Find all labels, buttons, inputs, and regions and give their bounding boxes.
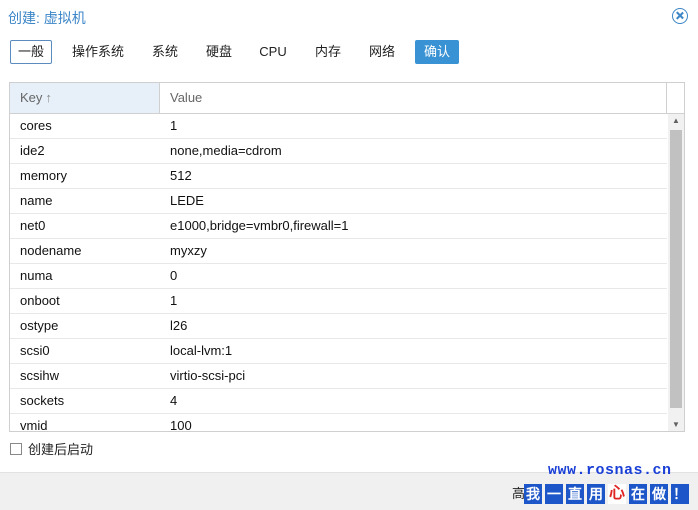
row-key: scsihw <box>20 368 60 383</box>
row-value: 1 <box>170 118 178 133</box>
row-key: ostype <box>20 318 59 333</box>
row-key: net0 <box>20 218 46 233</box>
tab-system[interactable]: 系统 <box>145 40 185 64</box>
start-after-create-label: 创建后启动 <box>28 442 94 457</box>
close-icon[interactable] <box>672 8 688 24</box>
dialog-titlebar: 创建: 虚拟机 <box>0 0 698 34</box>
row-value: none,media=cdrom <box>170 143 282 158</box>
tab-confirm[interactable]: 确认 <box>415 40 459 64</box>
table-row[interactable]: cores 1 <box>10 114 667 139</box>
tab-memory[interactable]: 内存 <box>308 40 348 64</box>
dialog-title: 创建: 虚拟机 <box>8 10 86 26</box>
row-key: name <box>20 193 53 208</box>
row-key: onboot <box>20 293 60 308</box>
summary-grid: Key ↑ Value cores 1 ide2 none,media=cdrom m… <box>9 82 685 432</box>
row-value: e1000,bridge=vmbr0,firewall=1 <box>170 218 349 233</box>
table-row[interactable]: name LEDE <box>10 189 667 214</box>
tab-network[interactable]: 网络 <box>362 40 402 64</box>
table-row[interactable]: numa 0 <box>10 264 667 289</box>
column-header-value[interactable]: Value <box>160 83 667 113</box>
row-value: virtio-scsi-pci <box>170 368 246 383</box>
row-key: sockets <box>20 393 65 408</box>
row-value: local-lvm:1 <box>170 343 233 358</box>
watermark-char: 在 <box>629 484 647 504</box>
table-row[interactable]: net0 e1000,bridge=vmbr0,firewall=1 <box>10 214 667 239</box>
tab-os[interactable]: 操作系统 <box>64 40 132 64</box>
watermark-heart-char: 心 <box>608 484 626 504</box>
scroll-up-arrow-icon[interactable]: ▲ <box>668 114 684 128</box>
table-row[interactable]: ide2 none,media=cdrom <box>10 139 667 164</box>
start-after-create-checkbox[interactable] <box>10 443 22 455</box>
table-row[interactable]: nodename myxzy <box>10 239 667 264</box>
column-header-key[interactable]: Key ↑ <box>10 83 160 113</box>
row-value: 1 <box>170 293 178 308</box>
table-row[interactable]: scsi0 local-lvm:1 <box>10 339 667 364</box>
table-row[interactable]: ostype l26 <box>10 314 667 339</box>
watermark: www.rosnas.cn 我 一 直 用 心 在 做 ！ <box>524 462 694 509</box>
table-row[interactable]: sockets 4 <box>10 389 667 414</box>
watermark-char: 做 <box>650 484 668 504</box>
tab-general[interactable]: 一般 <box>10 40 52 64</box>
watermark-char: 用 <box>587 484 605 504</box>
row-value: myxzy <box>170 243 207 258</box>
watermark-url: www.rosnas.cn <box>548 462 672 479</box>
tab-cpu[interactable]: CPU <box>253 40 293 64</box>
create-vm-dialog: 创建: 虚拟机 一般 操作系统 系统 硬盘 CPU 内存 网络 确认 Key ↑ … <box>0 0 698 510</box>
row-value: 512 <box>170 168 192 183</box>
grid-header: Key ↑ Value <box>10 83 684 114</box>
sort-ascending-icon: ↑ <box>45 90 52 105</box>
table-row[interactable]: vmid 100 <box>10 414 667 432</box>
row-value: l26 <box>170 318 188 333</box>
row-value: 4 <box>170 393 178 408</box>
table-row[interactable]: memory 512 <box>10 164 667 189</box>
tab-disk[interactable]: 硬盘 <box>199 40 239 64</box>
grid-rows: cores 1 ide2 none,media=cdrom memory 512 na… <box>10 114 667 432</box>
scroll-down-arrow-icon[interactable]: ▼ <box>668 418 684 431</box>
row-key: memory <box>20 168 67 183</box>
row-key: cores <box>20 118 52 133</box>
grid-scrollbar[interactable]: ▲ ▼ <box>668 114 684 431</box>
scrollbar-thumb[interactable] <box>670 130 682 408</box>
row-key: nodename <box>20 243 82 258</box>
row-key: numa <box>20 268 53 283</box>
table-row[interactable]: scsihw virtio-scsi-pci <box>10 364 667 389</box>
row-value: 0 <box>170 268 178 283</box>
row-key: scsi0 <box>20 343 50 358</box>
row-key: vmid <box>20 418 48 432</box>
row-value: LEDE <box>170 193 204 208</box>
row-key: ide2 <box>20 143 45 158</box>
row-value: 100 <box>170 418 192 432</box>
table-row[interactable]: onboot 1 <box>10 289 667 314</box>
watermark-char: 直 <box>566 484 584 504</box>
watermark-char: ！ <box>671 484 689 504</box>
watermark-char: 我 <box>524 484 542 504</box>
watermark-char: 一 <box>545 484 563 504</box>
